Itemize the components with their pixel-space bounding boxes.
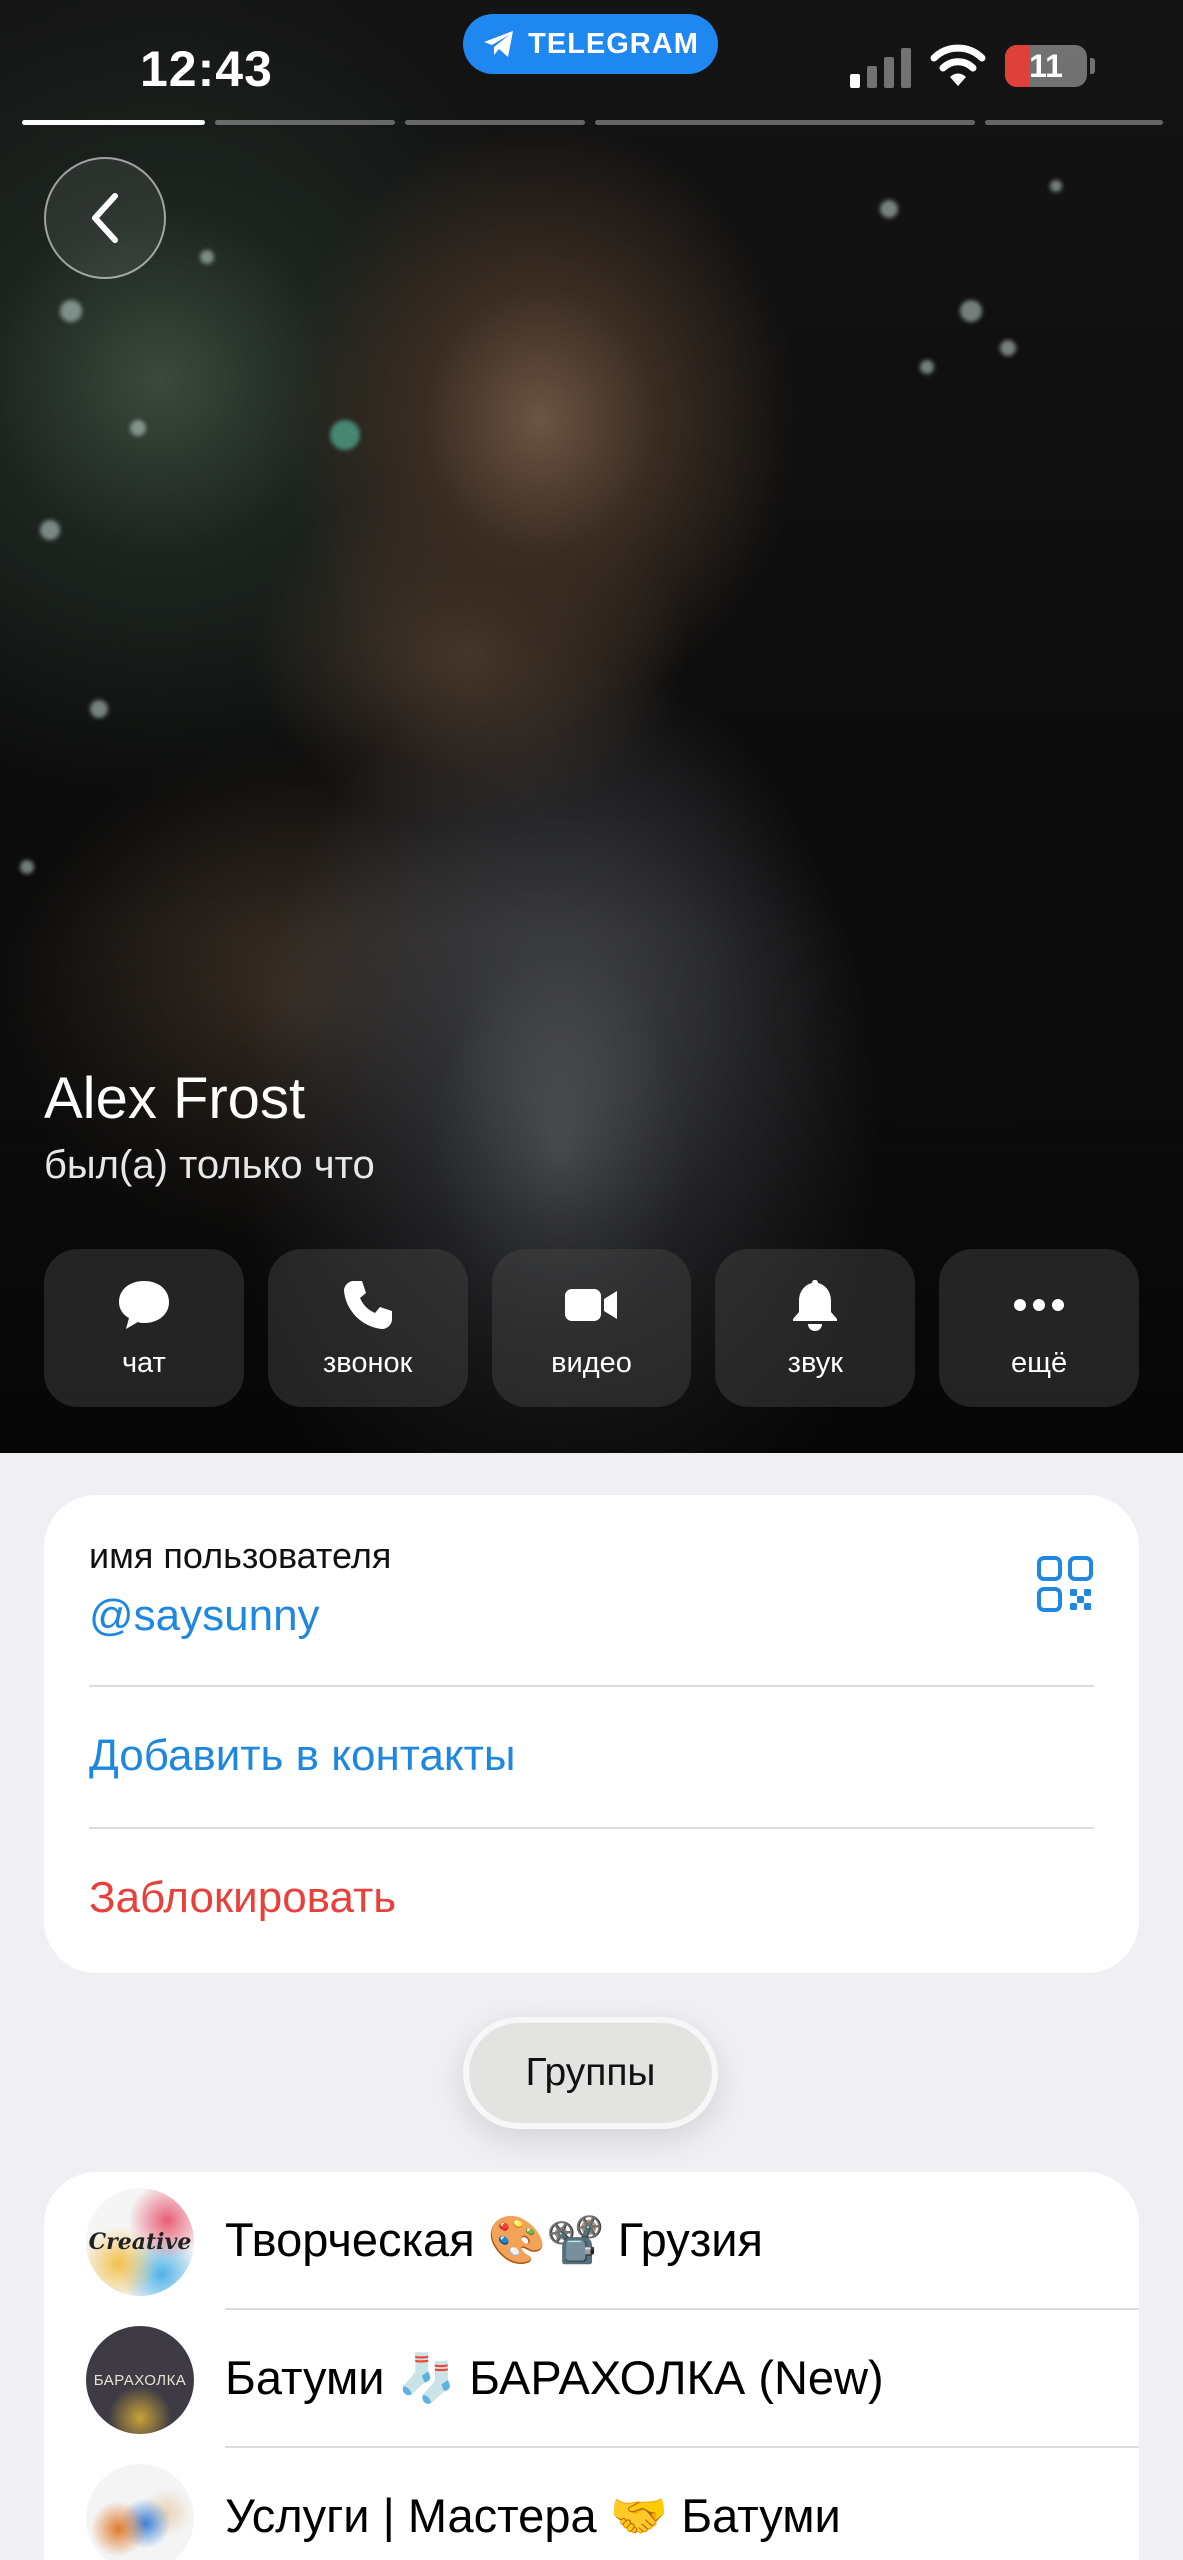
group-list-item[interactable]: Creative Творческая 🎨📽️ Грузия <box>44 2172 1139 2310</box>
group-avatar: БАРАХОЛКА <box>86 2326 194 2434</box>
group-title: Батуми 🧦 БАРАХОЛКА (New) <box>225 2351 884 2404</box>
block-user-button[interactable]: Заблокировать <box>89 1873 396 1923</box>
more-button-label: ещё <box>1011 1346 1068 1379</box>
group-avatar-text: Creative <box>88 2229 192 2255</box>
username-label: имя пользователя <box>89 1535 392 1576</box>
phone-icon <box>343 1280 392 1329</box>
chevron-left-icon <box>92 193 118 243</box>
bokeh-light <box>130 420 146 436</box>
cellular-signal-icon <box>850 48 911 88</box>
profile-info-card: имя пользователя @saysunny Добавить в ко… <box>44 1495 1139 1973</box>
common-groups-list: Creative Творческая 🎨📽️ Грузия БАРАХОЛКА… <box>44 2172 1139 2560</box>
video-call-button-label: видео <box>551 1346 632 1379</box>
battery-indicator: 11 <box>1005 45 1087 87</box>
add-to-contacts-button[interactable]: Добавить в контакты <box>89 1731 515 1781</box>
more-dots-icon <box>1014 1298 1065 1311</box>
chat-button-label: чат <box>121 1346 166 1379</box>
bell-icon <box>793 1279 838 1331</box>
battery-cap <box>1090 58 1095 74</box>
row-divider <box>89 1685 1094 1687</box>
group-title: Услуги | Мастера 🤝 Батуми <box>225 2489 841 2542</box>
group-avatar: Creative <box>86 2188 194 2296</box>
chat-bubble-icon <box>118 1280 169 1329</box>
bokeh-light <box>920 360 934 374</box>
bokeh-light <box>200 250 214 264</box>
group-list-item[interactable]: Услуги | Мастера 🤝 Батуми <box>44 2448 1139 2560</box>
group-avatar <box>86 2464 194 2560</box>
bokeh-light <box>960 300 982 322</box>
chat-button[interactable]: чат <box>44 1249 244 1407</box>
story-progress-bar <box>22 120 205 125</box>
profile-photo-header: 12:43 TELEGRAM 11 Alex Frost был(а) толь… <box>0 0 1183 1453</box>
more-button[interactable]: ещё <box>939 1249 1139 1407</box>
bokeh-light <box>330 420 360 450</box>
back-button[interactable] <box>44 157 166 279</box>
qr-code-icon[interactable] <box>1036 1555 1094 1613</box>
telegram-plane-icon <box>484 31 514 57</box>
story-progress-bar <box>405 120 585 125</box>
battery-level-text: 11 <box>1029 47 1063 84</box>
bokeh-light <box>60 300 82 322</box>
sound-button[interactable]: звук <box>715 1249 916 1407</box>
bokeh-light <box>1000 340 1016 356</box>
row-divider <box>89 1827 1094 1829</box>
story-progress-bar <box>595 120 975 125</box>
bokeh-light <box>1050 180 1062 192</box>
video-camera-icon <box>565 1288 618 1321</box>
sound-button-label: звук <box>787 1346 843 1379</box>
profile-action-bar: чат звонок видео звук ещё <box>44 1249 1139 1407</box>
bokeh-light <box>40 520 60 540</box>
bokeh-light <box>20 860 34 874</box>
status-bar-time: 12:43 <box>140 41 273 97</box>
group-list-item[interactable]: БАРАХОЛКА Батуми 🧦 БАРАХОЛКА (New) <box>44 2310 1139 2448</box>
tab-groups[interactable]: Группы <box>463 2017 718 2129</box>
bokeh-light <box>880 200 898 218</box>
profile-last-seen: был(а) только что <box>44 1143 375 1187</box>
profile-name: Alex Frost <box>44 1066 306 1131</box>
call-button-label: звонок <box>323 1346 413 1379</box>
call-button[interactable]: звонок <box>267 1249 468 1407</box>
username-value[interactable]: @saysunny <box>89 1591 1094 1641</box>
group-title: Творческая 🎨📽️ Грузия <box>225 2213 763 2266</box>
username-row[interactable]: имя пользователя @saysunny <box>89 1535 1094 1645</box>
video-call-button[interactable]: видео <box>491 1249 692 1407</box>
wifi-icon <box>930 44 986 86</box>
bokeh-light <box>90 700 108 718</box>
story-progress-bar <box>985 120 1163 125</box>
telegram-app-pill[interactable]: TELEGRAM <box>463 14 718 74</box>
group-avatar-text: БАРАХОЛКА <box>93 2371 187 2389</box>
story-progress-bar <box>215 120 395 125</box>
telegram-pill-label: TELEGRAM <box>528 27 699 60</box>
